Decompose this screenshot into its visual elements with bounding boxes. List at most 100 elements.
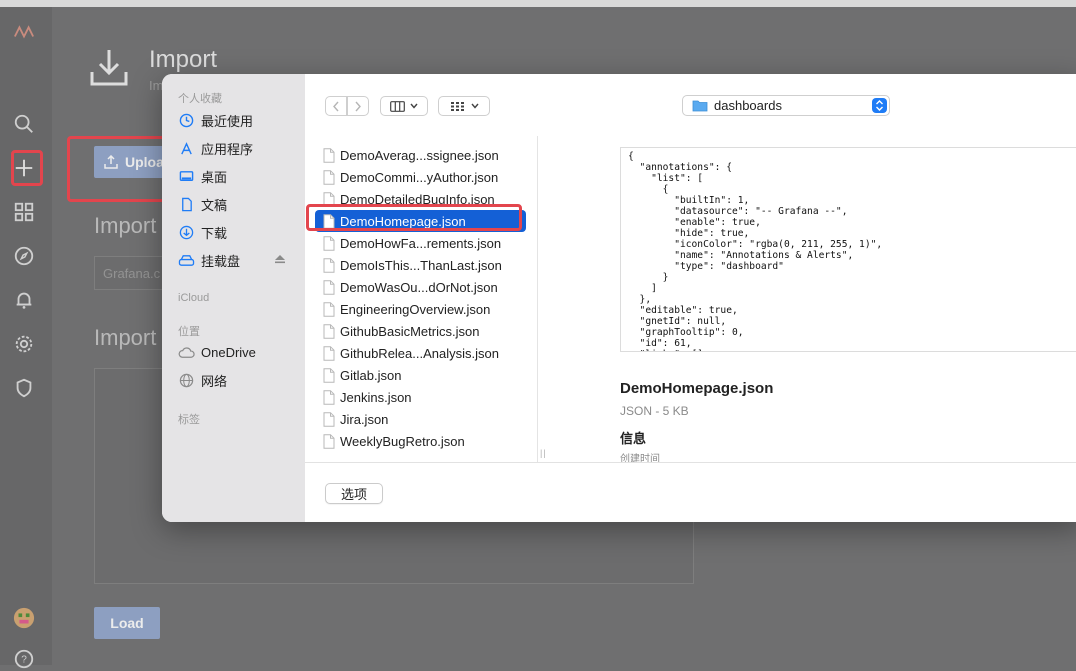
search-icon[interactable] [12, 112, 36, 136]
file-list-item[interactable]: Gitlab.json [315, 364, 526, 386]
file-preview-pane: { "annotations": { "list": [ { "builtIn"… [551, 136, 1076, 465]
chevron-down-icon [470, 103, 479, 109]
sidebar-item-label: 挂载盘 [201, 253, 241, 269]
locations-section-title: 位置 [178, 326, 200, 338]
file-name-label: WeeklyBugRetro.json [340, 433, 465, 449]
file-name-label: GithubRelea...Analysis.json [340, 345, 499, 361]
sidebar-item-mounted-drive[interactable]: 挂载盘 [178, 249, 290, 271]
gear-icon[interactable] [12, 332, 36, 356]
sidebar-item-label: 网络 [201, 373, 228, 389]
json-file-icon [323, 323, 335, 339]
view-columns-button[interactable] [380, 96, 428, 116]
json-file-icon [323, 235, 335, 251]
column-divider [537, 136, 538, 462]
folder-icon [692, 99, 708, 112]
json-file-icon [323, 257, 335, 273]
json-file-icon [323, 279, 335, 295]
import-grafana-heading: Import [94, 213, 157, 238]
forward-button[interactable] [347, 96, 369, 116]
file-list-item[interactable]: GithubBasicMetrics.json [315, 320, 526, 342]
sidebar-item-documents[interactable]: 文稿 [178, 193, 227, 215]
json-file-icon [323, 169, 335, 185]
sidebar-item-desktop[interactable]: 桌面 [178, 165, 227, 187]
import-icon [88, 46, 130, 93]
avatar[interactable] [12, 606, 36, 630]
dialog-bottom-bar: 选项 [305, 462, 1076, 522]
up-down-stepper-icon [872, 98, 887, 113]
sidebar-item-network[interactable]: 网络 [178, 369, 227, 391]
file-list-item[interactable]: Jenkins.json [315, 386, 526, 408]
options-button[interactable]: 选项 [325, 483, 383, 504]
dialog-toolbar: dashboards [305, 74, 1076, 134]
file-list-item[interactable]: WeeklyBugRetro.json [315, 430, 526, 452]
sidebar-item-label: 最近使用 [201, 113, 254, 129]
eject-icon[interactable] [274, 253, 286, 268]
file-open-dialog: 个人收藏 最近使用 应用程序 桌面 文稿 下载 挂载盘 iCloud 位置 On… [162, 74, 1076, 522]
json-file-icon [323, 367, 335, 383]
file-list-item[interactable]: GithubRelea...Analysis.json [315, 342, 526, 364]
chevron-down-icon [410, 103, 418, 109]
file-list-item[interactable]: DemoAverag...ssignee.json [315, 144, 526, 166]
shield-icon[interactable] [12, 376, 36, 400]
tags-section-title: 标签 [178, 414, 200, 426]
file-list-item[interactable]: DemoIsThis...ThanLast.json [315, 254, 526, 276]
file-list-item[interactable]: EngineeringOverview.json [315, 298, 526, 320]
file-list-item[interactable]: Jira.json [315, 408, 526, 430]
compass-icon[interactable] [12, 244, 36, 268]
import-json-heading: Import [94, 325, 157, 350]
column-resize-handle[interactable]: || [540, 448, 547, 458]
json-file-icon [323, 345, 335, 361]
clock-icon [178, 112, 195, 129]
sidebar-item-applications[interactable]: 应用程序 [178, 137, 253, 159]
json-preview-box: { "annotations": { "list": [ { "builtIn"… [620, 147, 1076, 352]
json-preview-text: { "annotations": { "list": [ { "builtIn"… [628, 151, 883, 351]
sidebar-item-onedrive[interactable]: OneDrive [178, 341, 256, 363]
sidebar-item-downloads[interactable]: 下载 [178, 221, 227, 243]
sidebar-item-recents[interactable]: 最近使用 [178, 109, 253, 131]
download-icon [178, 224, 195, 241]
json-file-icon [323, 411, 335, 427]
chevron-left-icon [333, 101, 339, 111]
apps-icon [178, 140, 195, 157]
preview-file-name: DemoHomepage.json [620, 380, 774, 397]
file-name-label: Jira.json [340, 411, 389, 427]
file-name-label: GithubBasicMetrics.json [340, 323, 480, 339]
cloud-icon [178, 344, 195, 361]
top-strip [0, 0, 1076, 7]
file-name-label: DemoCommi...yAuthor.json [340, 169, 499, 185]
bell-icon[interactable] [12, 288, 36, 312]
dashboards-icon[interactable] [12, 200, 36, 224]
help-icon[interactable]: ? [12, 647, 36, 671]
sidebar-item-label: 桌面 [201, 169, 228, 185]
sidebar-item-label: 下载 [201, 225, 228, 241]
sidebar-item-label: OneDrive [201, 344, 256, 360]
desktop-icon [178, 168, 195, 185]
json-file-icon [323, 301, 335, 317]
finder-sidebar: 个人收藏 最近使用 应用程序 桌面 文稿 下载 挂载盘 iCloud 位置 On… [162, 74, 305, 522]
file-list-item[interactable]: DemoCommi...yAuthor.json [315, 166, 526, 188]
grafana-side-nav: ? [0, 7, 52, 669]
back-button[interactable] [325, 96, 347, 116]
load-button[interactable]: Load [94, 607, 160, 639]
file-name-label: DemoAverag...ssignee.json [340, 147, 499, 163]
file-list-item[interactable]: DemoHowFa...rements.json [315, 232, 526, 254]
columns-view-icon [390, 100, 405, 112]
file-list-item[interactable]: DemoWasOu...dOrNot.json [315, 276, 526, 298]
selected-file-highlight-box [306, 204, 522, 231]
icloud-section-title: iCloud [178, 292, 210, 304]
file-name-label: Jenkins.json [340, 389, 412, 405]
sidebar-item-label: 应用程序 [201, 141, 254, 157]
path-popup-label: dashboards [714, 98, 782, 113]
json-file-icon [323, 433, 335, 449]
page-title: Import [149, 46, 218, 73]
upload-highlight-box [67, 136, 170, 202]
document-icon [178, 196, 195, 213]
json-file-icon [323, 147, 335, 163]
group-view-button[interactable] [438, 96, 490, 116]
grafana-logo-icon[interactable] [12, 19, 36, 43]
file-name-label: EngineeringOverview.json [340, 301, 491, 317]
grafana-url-input[interactable]: Grafana.c [94, 256, 164, 290]
path-popup-button[interactable]: dashboards [682, 95, 890, 116]
grid-view-icon [450, 101, 464, 111]
favorites-section-title: 个人收藏 [178, 93, 222, 105]
